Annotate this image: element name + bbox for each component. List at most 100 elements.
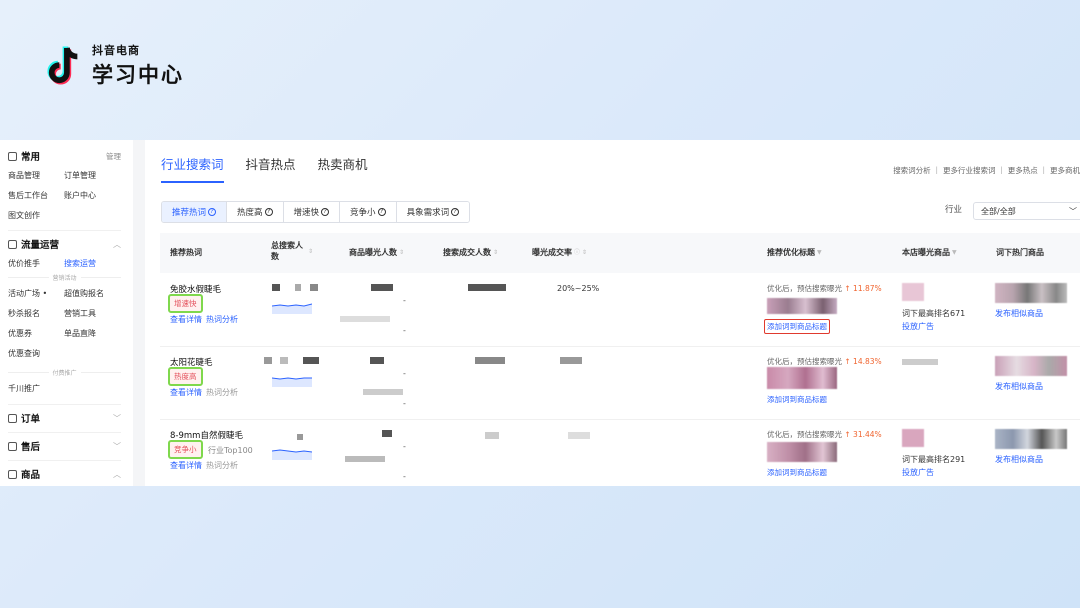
blurred-value	[382, 430, 392, 437]
trend-sparkline	[272, 377, 312, 387]
help-icon[interactable]: ?	[264, 208, 273, 216]
hot-product-thumbnails	[995, 283, 1067, 303]
store-rank: 词下最高排名671	[902, 309, 966, 318]
analysis-link[interactable]: 热词分析	[206, 315, 238, 324]
th-rate[interactable]: 曝光成交率 ⓘ ⇕	[532, 247, 587, 258]
blurred-value	[468, 284, 506, 291]
chip-hot[interactable]: 热度高?	[227, 202, 284, 222]
th-title-opt[interactable]: 推荐优化标题 ▼	[767, 247, 822, 258]
sidebar-item[interactable]: 售后工作台	[8, 190, 64, 201]
ad-link[interactable]: 投放广告	[902, 467, 934, 478]
industry-rank: 行业Top100	[208, 446, 253, 455]
publish-similar-link[interactable]: 发布相似商品	[995, 454, 1043, 465]
main-panel: 行业搜索词 抖音热点 热卖商机 搜索词分析 ｜ 更多行业搜索词 ｜ 更多热点 ｜…	[145, 140, 1080, 486]
sidebar-section-products[interactable]: 商品	[8, 467, 40, 481]
sidebar-section-traffic[interactable]: 流量运营	[8, 237, 59, 251]
chevron-up-icon[interactable]: ︿	[113, 469, 121, 480]
help-icon[interactable]: ?	[377, 208, 386, 216]
detail-link[interactable]: 查看详情	[170, 388, 202, 397]
th-keyword: 推荐热词	[170, 248, 202, 257]
th-deal[interactable]: 搜索成交人数 ⇕	[443, 247, 498, 258]
detail-link[interactable]: 查看详情	[170, 461, 202, 470]
publish-similar-link[interactable]: 发布相似商品	[995, 381, 1043, 392]
filter-icon[interactable]: ▼	[817, 247, 822, 258]
tab-douyin-hot[interactable]: 抖音热点	[246, 154, 296, 183]
sidebar-section-common[interactable]: 常用	[8, 149, 40, 163]
th-total-search[interactable]: 总搜索人数 ⇕	[271, 240, 313, 262]
sort-icon[interactable]: ⇕	[308, 246, 313, 257]
sidebar-item-search-ops[interactable]: 搜索运营	[64, 258, 120, 269]
brand-subtitle: 抖音电商	[92, 44, 140, 57]
blurred-value	[340, 316, 390, 322]
store-product-thumbnail[interactable]	[902, 283, 924, 301]
filter-chips: 推荐热词? 热度高? 增速快? 竞争小? 具象需求词?	[161, 201, 471, 223]
chip-fast[interactable]: 增速快?	[283, 202, 341, 222]
group-label: 付费推广	[8, 368, 133, 377]
sort-icon[interactable]: ⇕	[493, 247, 498, 258]
industry-label: 行业	[945, 205, 963, 215]
blurred-value	[310, 284, 318, 291]
analysis-link[interactable]: 热词分析	[206, 461, 238, 470]
add-to-title-link[interactable]: 添加词到商品标题	[767, 394, 827, 405]
group-label: 营销活动	[8, 273, 133, 282]
help-icon[interactable]: ?	[451, 208, 460, 216]
sidebar-section-aftersale[interactable]: 售后	[8, 439, 40, 453]
blurred-value	[264, 357, 272, 364]
tab-industry-search[interactable]: 行业搜索词	[161, 154, 224, 183]
top-links[interactable]: 搜索词分析 ｜ 更多行业搜索词 ｜ 更多热点 ｜ 更多商机	[893, 165, 1080, 176]
tab-hot-sale[interactable]: 热卖商机	[318, 154, 368, 183]
help-icon[interactable]: ?	[208, 208, 217, 216]
ad-link[interactable]: 投放广告	[902, 321, 934, 332]
chevron-down-icon[interactable]: ﹀	[113, 413, 121, 424]
traffic-icon	[8, 239, 17, 249]
th-store[interactable]: 本店曝光商品 ▼	[902, 247, 957, 258]
help-icon[interactable]: ?	[321, 208, 330, 216]
sidebar-item[interactable]: 活动广场 •	[8, 288, 64, 299]
help-icon[interactable]: ⓘ ⇕	[574, 247, 587, 258]
add-to-title-link[interactable]: 添加词到商品标题	[764, 319, 830, 334]
table-row: 免胶水假睫毛 增速快 查看详情 热词分析 - - 20%~25% 优化后，预估搜索…	[160, 274, 1080, 347]
screenshot-panel: 常用 管理 商品管理 订单管理 售后工作台 账户中心 图文创作 流量运营 ︿ 优…	[0, 140, 1080, 486]
sidebar-item[interactable]: 账户中心	[64, 190, 120, 201]
placeholder-dash: -	[403, 326, 406, 335]
blurred-value	[297, 434, 303, 440]
industry-select[interactable]: 全部/全部 ﹀	[973, 202, 1080, 220]
publish-similar-link[interactable]: 发布相似商品	[995, 308, 1043, 319]
sidebar-item[interactable]: 图文创作	[8, 210, 64, 221]
chip-low-competition[interactable]: 竞争小?	[340, 202, 397, 222]
sidebar-item[interactable]: 超值购报名	[64, 288, 120, 299]
add-to-title-link[interactable]: 添加词到商品标题	[767, 467, 827, 478]
placeholder-dash: -	[403, 296, 406, 305]
brand: 抖音电商 学习中心	[46, 42, 184, 89]
sidebar-item[interactable]: 订单管理	[64, 170, 120, 181]
placeholder-dash: -	[403, 442, 406, 451]
blurred-value	[568, 432, 590, 439]
sidebar-item[interactable]: 商品管理	[8, 170, 64, 181]
sidebar-item[interactable]: 秒杀报名	[8, 308, 64, 319]
opt-hint: 优化后，预估搜索曝光 ↑ 31.44%	[767, 430, 882, 439]
blurred-value	[485, 432, 499, 439]
manage-link[interactable]: 管理	[106, 151, 121, 162]
product-thumbnails	[767, 442, 837, 462]
filter-icon[interactable]: ▼	[952, 247, 957, 258]
product-thumbnails	[767, 298, 837, 314]
sidebar-item[interactable]: 单品直降	[64, 328, 120, 339]
th-hot: 词下热门商品	[996, 248, 1044, 257]
sidebar-item[interactable]: 优惠查询	[8, 348, 64, 359]
sidebar: 常用 管理 商品管理 订单管理 售后工作台 账户中心 图文创作 流量运营 ︿ 优…	[0, 140, 133, 486]
chevron-down-icon[interactable]: ﹀	[113, 441, 121, 452]
sidebar-item[interactable]: 优惠券	[8, 328, 64, 339]
chevron-up-icon[interactable]: ︿	[113, 239, 121, 250]
sort-icon[interactable]: ⇕	[399, 247, 404, 258]
sidebar-item[interactable]: 营销工具	[64, 308, 120, 319]
th-exposure[interactable]: 商品曝光人数 ⇕	[349, 247, 404, 258]
store-product-thumbnail[interactable]	[902, 429, 924, 447]
chip-concrete[interactable]: 具象需求词?	[396, 202, 470, 222]
chip-recommended[interactable]: 推荐热词?	[162, 202, 228, 222]
sidebar-item[interactable]: 优价推手	[8, 258, 64, 269]
detail-link[interactable]: 查看详情	[170, 315, 202, 324]
sidebar-section-orders[interactable]: 订单	[8, 411, 40, 425]
sidebar-item[interactable]: 千川推广	[8, 383, 133, 394]
analysis-link[interactable]: 热词分析	[206, 388, 238, 397]
blurred-value	[272, 284, 280, 291]
